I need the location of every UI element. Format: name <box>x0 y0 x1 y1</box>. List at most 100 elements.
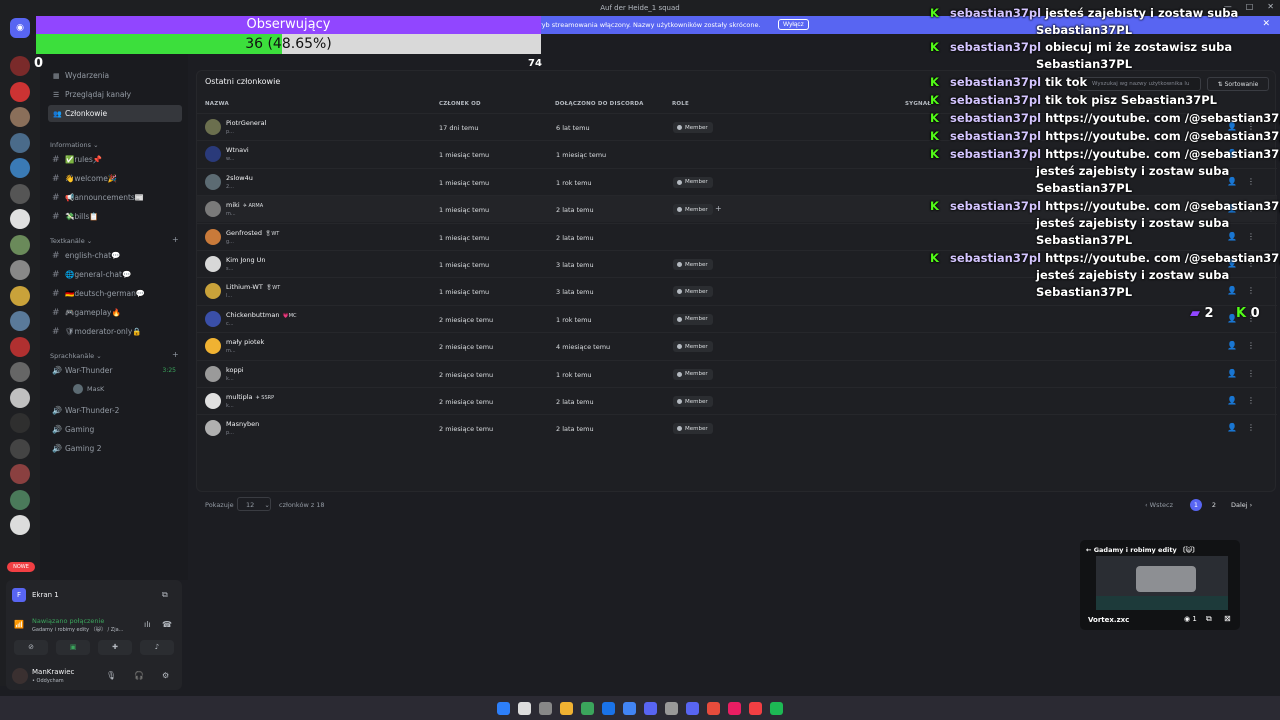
server-icon[interactable] <box>10 438 30 459</box>
microphone-icon[interactable]: 🎙 <box>106 671 116 680</box>
text-channel[interactable]: # 🌐general-chat💬 <box>48 266 182 283</box>
profile-icon[interactable]: 👤 <box>1227 396 1237 405</box>
server-icon[interactable] <box>10 336 30 357</box>
server-icon[interactable] <box>10 464 30 484</box>
avatar[interactable] <box>205 310 221 327</box>
avatar[interactable] <box>205 338 221 355</box>
sort-button[interactable]: ⇅ Sortowanie <box>1207 77 1269 91</box>
server-icon[interactable] <box>10 209 30 229</box>
settings-gear-icon[interactable]: ⚙ <box>162 671 169 680</box>
role-badge[interactable]: Member <box>673 286 713 298</box>
avatar[interactable] <box>205 228 221 245</box>
taskbar-app-icon[interactable] <box>560 701 573 715</box>
role-badge[interactable]: Member <box>673 259 713 270</box>
close-banner-icon[interactable]: ✕ <box>1262 19 1270 29</box>
taskbar-app-icon[interactable] <box>749 701 762 715</box>
server-icon[interactable] <box>10 285 30 306</box>
close-preview-icon[interactable]: ⊠ <box>1224 614 1231 623</box>
avatar[interactable] <box>205 119 221 135</box>
soundboard-button[interactable]: ♪ <box>140 640 174 655</box>
add-role-icon[interactable]: + <box>715 204 722 213</box>
avatar[interactable] <box>205 173 221 190</box>
table-row[interactable]: mały piotek m... 2 miesiące temu 4 miesiące… <box>197 332 1277 359</box>
column-signals[interactable]: SYGNAŁ <box>905 101 931 107</box>
more-options-icon[interactable]: ⋮ <box>1247 177 1255 186</box>
voice-channel-gaming[interactable]: 🔊 Gaming <box>48 421 182 438</box>
role-badge[interactable]: Member <box>673 423 713 435</box>
taskbar-app-icon[interactable] <box>602 701 615 715</box>
taskbar-app-icon[interactable] <box>644 701 657 715</box>
add-channel-icon[interactable]: + <box>172 235 179 244</box>
taskbar-app-icon[interactable] <box>497 701 510 715</box>
profile-icon[interactable]: 👤 <box>1227 232 1237 241</box>
profile-icon[interactable]: 👤 <box>1227 423 1237 432</box>
more-options-icon[interactable]: ⋮ <box>1247 286 1255 295</box>
role-badge[interactable]: Member <box>673 368 713 380</box>
column-roles[interactable]: ROLE <box>672 101 689 107</box>
screen-share-button[interactable]: ▣ <box>56 640 90 655</box>
more-options-icon[interactable]: ⋮ <box>1247 396 1255 405</box>
avatar[interactable] <box>205 201 221 218</box>
more-options-icon[interactable]: ⋮ <box>1247 423 1255 432</box>
camera-button[interactable]: ⊘ <box>14 640 48 655</box>
avatar[interactable] <box>205 283 221 300</box>
column-name[interactable]: NAZWA <box>205 101 229 107</box>
noise-suppression-icon[interactable]: ılı <box>144 620 151 629</box>
profile-icon[interactable]: 👤 <box>1227 286 1237 295</box>
more-options-icon[interactable]: ⋮ <box>1247 232 1255 241</box>
nav-browse-channels[interactable]: ☰ Przeglądaj kanały <box>48 86 182 103</box>
server-icon[interactable] <box>10 387 30 408</box>
taskbar-app-icon[interactable] <box>686 701 699 715</box>
taskbar-app-icon[interactable] <box>728 701 741 715</box>
taskbar-app-icon[interactable] <box>623 701 636 715</box>
column-joined-discord[interactable]: DOŁĄCZONO DO DISCORDA <box>555 101 644 107</box>
taskbar-app-icon[interactable] <box>581 701 594 715</box>
server-icon[interactable] <box>10 56 30 76</box>
disconnect-icon[interactable]: ☎ <box>162 620 172 629</box>
avatar[interactable] <box>12 668 28 684</box>
text-channel[interactable]: # 🇩🇪deutsch-german💬 <box>48 285 182 302</box>
more-options-icon[interactable]: ⋮ <box>1247 341 1255 350</box>
avatar[interactable] <box>205 365 221 382</box>
table-row[interactable]: Masnyben p... 2 miesiące temu 2 lata temu Me… <box>197 414 1277 441</box>
server-icon[interactable] <box>10 260 30 280</box>
server-icon[interactable] <box>10 234 30 255</box>
server-icon[interactable] <box>10 515 30 535</box>
server-icon[interactable] <box>10 81 30 102</box>
role-badge[interactable]: Member <box>673 341 713 353</box>
text-channel[interactable]: # 📢announcements📰 <box>48 189 182 206</box>
text-channel[interactable]: # english-chat💬 <box>48 247 182 264</box>
stream-preview[interactable]: ← Gadamy i robimy edity 〔😺〕 Vortex.zxc ◉… <box>1080 540 1240 630</box>
taskbar-app-icon[interactable] <box>665 701 678 715</box>
category-voice[interactable]: Sprachkanäle ⌄ <box>50 352 102 360</box>
server-icon[interactable] <box>10 107 30 127</box>
text-channel[interactable]: # ✅rules📌 <box>48 151 182 168</box>
nav-members[interactable]: 👥 Członkowie <box>48 105 182 122</box>
page-2-button[interactable]: 2 <box>1208 499 1220 511</box>
avatar[interactable] <box>205 393 221 409</box>
server-icon[interactable] <box>10 489 30 510</box>
popout-icon[interactable]: ⧉ <box>162 590 168 600</box>
taskbar-app-icon[interactable] <box>707 701 720 715</box>
voice-channel-war-thunder-2[interactable]: 🔊 War-Thunder-2 <box>48 402 182 419</box>
disable-streamer-mode-button[interactable]: Wyłącz <box>778 19 809 30</box>
avatar[interactable] <box>205 256 221 272</box>
headphones-icon[interactable]: 🎧 <box>134 671 144 680</box>
close-icon[interactable]: ✕ <box>1267 2 1274 11</box>
table-row[interactable]: koppi k... 2 miesiące temu 1 rok temu Member… <box>197 359 1277 387</box>
server-icon[interactable] <box>10 158 30 178</box>
role-badge[interactable]: Member <box>673 204 713 216</box>
server-icon[interactable] <box>10 311 30 331</box>
category-info[interactable]: Informations ⌄ <box>50 141 99 149</box>
page-1-button[interactable]: 1 <box>1190 499 1202 511</box>
avatar[interactable] <box>205 420 221 437</box>
text-channel[interactable]: # 💸bills📋 <box>48 208 182 225</box>
member-search-input[interactable]: ⌕ Wyszukaj wg nazwy użytkownika lu <box>1077 77 1201 91</box>
voice-channel-gaming-2[interactable]: 🔊 Gaming 2 <box>48 440 182 457</box>
taskbar-app-icon[interactable] <box>518 701 531 715</box>
server-icon[interactable] <box>10 183 30 204</box>
add-voice-channel-icon[interactable]: + <box>172 350 179 359</box>
taskbar-app-icon[interactable] <box>770 701 783 715</box>
server-icon[interactable] <box>10 132 30 153</box>
server-icon[interactable] <box>10 413 30 433</box>
